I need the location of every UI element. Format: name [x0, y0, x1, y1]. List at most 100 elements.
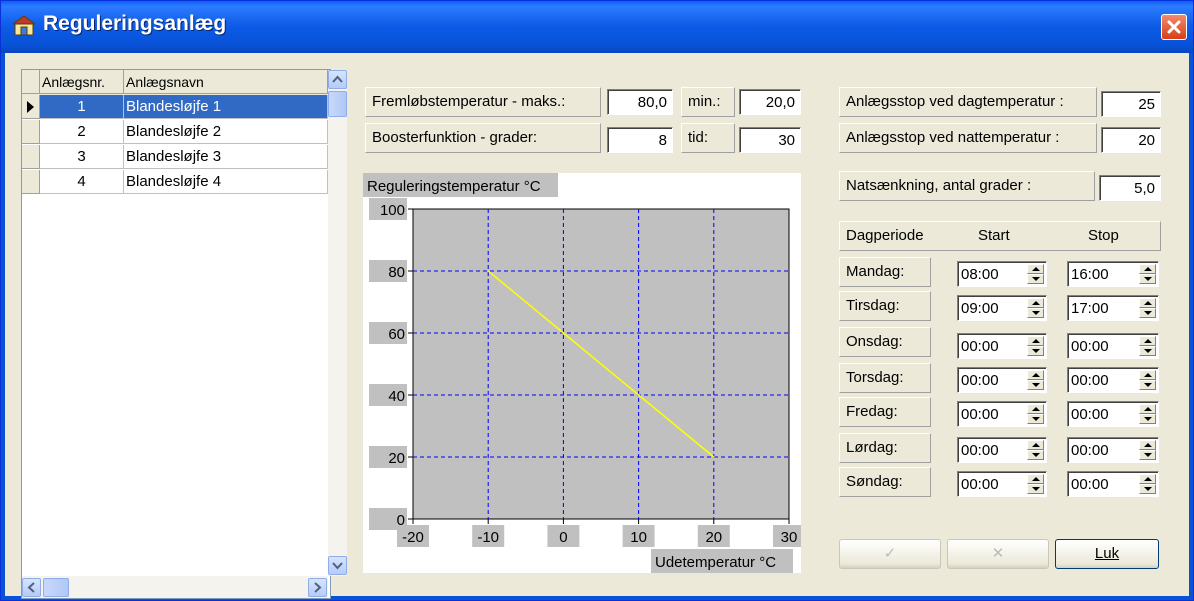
- y-tick-label: 0: [397, 512, 405, 529]
- x-tick-label: 20: [705, 529, 722, 546]
- cell-name[interactable]: Blandesløjfe 2: [124, 120, 328, 144]
- booster-degrees-input[interactable]: 8: [607, 127, 673, 153]
- start-time-input[interactable]: 09:00: [957, 295, 1047, 321]
- column-header-name[interactable]: Anlægsnavn: [124, 70, 328, 94]
- close-icon: [1167, 20, 1181, 34]
- title-bar[interactable]: Reguleringsanlæg: [1, 1, 1193, 53]
- chevron-right-icon: [314, 582, 322, 593]
- cell-name[interactable]: Blandesløjfe 4: [124, 170, 328, 194]
- cell-nr[interactable]: 3: [40, 145, 124, 169]
- stop-time-spinner[interactable]: [1139, 336, 1156, 356]
- vertical-scrollbar[interactable]: [328, 70, 347, 576]
- start-time-spinner[interactable]: [1027, 336, 1044, 356]
- booster-time-input[interactable]: 30: [739, 127, 801, 153]
- stop-time-spinner[interactable]: [1139, 404, 1156, 424]
- stop-time-spinner[interactable]: [1139, 474, 1156, 494]
- start-time-spinner[interactable]: [1027, 264, 1044, 284]
- horizontal-scrollbar[interactable]: [22, 576, 328, 598]
- start-time-input[interactable]: 00:00: [957, 333, 1047, 359]
- stop-time-spinner[interactable]: [1139, 440, 1156, 460]
- flow-temp-max-input[interactable]: 80,0: [607, 89, 673, 115]
- cell-name[interactable]: Blandesløjfe 1: [124, 95, 328, 119]
- close-button[interactable]: Luk: [1055, 539, 1159, 569]
- scroll-left-button[interactable]: [22, 578, 41, 597]
- window-frame-left: [1, 53, 5, 600]
- x-tick-label: -20: [402, 529, 424, 546]
- ok-button[interactable]: ✓: [839, 539, 941, 569]
- flow-temp-min-label: min.:: [681, 87, 735, 117]
- close-button-label: Luk: [1094, 545, 1120, 562]
- scroll-thumb-vertical[interactable]: [328, 91, 347, 117]
- data-point: [637, 394, 640, 396]
- stop-time-input[interactable]: 00:00: [1067, 471, 1159, 497]
- current-row-icon: [27, 101, 34, 113]
- flow-temp-min-input[interactable]: 20,0: [739, 89, 801, 115]
- night-stop-input[interactable]: 20: [1101, 127, 1161, 153]
- stop-time-spinner[interactable]: [1139, 298, 1156, 318]
- start-time-input[interactable]: 00:00: [957, 437, 1047, 463]
- row-indicator[interactable]: [22, 120, 40, 144]
- table-row[interactable]: 4 Blandesløjfe 4: [22, 170, 328, 195]
- schedule-header-start: Start: [978, 227, 1010, 244]
- start-time-spinner[interactable]: [1027, 404, 1044, 424]
- y-tick-label: 100: [380, 202, 405, 219]
- start-time-spinner[interactable]: [1027, 370, 1044, 390]
- stop-time-input[interactable]: 00:00: [1067, 437, 1159, 463]
- stop-time-input[interactable]: 00:00: [1067, 367, 1159, 393]
- row-indicator[interactable]: [22, 145, 40, 169]
- flow-temp-max-label: Fremløbstemperatur - maks.:: [365, 87, 601, 117]
- start-time-spinner[interactable]: [1027, 298, 1044, 318]
- scroll-down-button[interactable]: [328, 556, 347, 575]
- cell-nr[interactable]: 1: [40, 95, 124, 119]
- table-row[interactable]: 2 Blandesløjfe 2: [22, 120, 328, 145]
- stop-time-input[interactable]: 00:00: [1067, 401, 1159, 427]
- day-label: Lørdag:: [839, 433, 931, 463]
- scroll-up-button[interactable]: [328, 70, 347, 89]
- column-header-nr[interactable]: Anlægsnr.: [40, 70, 124, 94]
- day-label: Onsdag:: [839, 327, 931, 357]
- window-frame-right: [1189, 53, 1193, 600]
- data-point: [487, 270, 489, 272]
- start-time-input[interactable]: 08:00: [957, 261, 1047, 287]
- table-row[interactable]: 3 Blandesløjfe 3: [22, 145, 328, 170]
- row-indicator[interactable]: [22, 170, 40, 194]
- start-time-spinner[interactable]: [1027, 440, 1044, 460]
- start-time-input[interactable]: 00:00: [957, 367, 1047, 393]
- x-tick-label: -10: [477, 529, 499, 546]
- plot-area: -20 -10 0 10 20 30 0 20 40 60 80 100: [369, 198, 805, 547]
- close-window-button[interactable]: [1161, 14, 1187, 40]
- night-setback-label: Natsænkning, antal grader :: [839, 171, 1095, 201]
- table-row[interactable]: 1 Blandesløjfe 1: [22, 95, 328, 120]
- stop-time-input[interactable]: 00:00: [1067, 333, 1159, 359]
- data-point: [562, 332, 565, 334]
- start-time-input[interactable]: 00:00: [957, 471, 1047, 497]
- cross-icon: ✕: [991, 545, 1005, 562]
- regulation-chart: Reguleringstemperatur °C Udetemperatur °…: [363, 173, 805, 573]
- cell-nr[interactable]: 4: [40, 170, 124, 194]
- day-label: Tirsdag:: [839, 291, 931, 321]
- cell-name[interactable]: Blandesløjfe 3: [124, 145, 328, 169]
- day-stop-input[interactable]: 25: [1101, 91, 1161, 117]
- stop-time-input[interactable]: 16:00: [1067, 261, 1159, 287]
- booster-degrees-label: Boosterfunktion - grader:: [365, 123, 601, 153]
- y-axis-label: Reguleringstemperatur °C: [367, 178, 541, 195]
- night-setback-input[interactable]: 5,0: [1099, 175, 1161, 201]
- y-tick-label: 60: [388, 326, 405, 343]
- grid-corner: [22, 70, 40, 94]
- start-time-input[interactable]: 00:00: [957, 401, 1047, 427]
- scroll-thumb-horizontal[interactable]: [43, 578, 69, 597]
- stop-time-spinner[interactable]: [1139, 264, 1156, 284]
- app-window: Reguleringsanlæg Anlægsnr. Anlægsnavn 1 …: [0, 0, 1194, 601]
- day-label: Søndag:: [839, 467, 931, 497]
- house-icon: [13, 15, 35, 36]
- stop-time-spinner[interactable]: [1139, 370, 1156, 390]
- cell-nr[interactable]: 2: [40, 120, 124, 144]
- installations-grid[interactable]: Anlægsnr. Anlægsnavn 1 Blandesløjfe 1 2 …: [21, 69, 347, 599]
- start-time-spinner[interactable]: [1027, 474, 1044, 494]
- grid-header: Anlægsnr. Anlægsnavn: [22, 70, 328, 95]
- cancel-button[interactable]: ✕: [947, 539, 1049, 569]
- row-indicator[interactable]: [22, 95, 40, 119]
- chevron-up-icon: [332, 75, 343, 83]
- scroll-right-button[interactable]: [308, 578, 327, 597]
- stop-time-input[interactable]: 17:00: [1067, 295, 1159, 321]
